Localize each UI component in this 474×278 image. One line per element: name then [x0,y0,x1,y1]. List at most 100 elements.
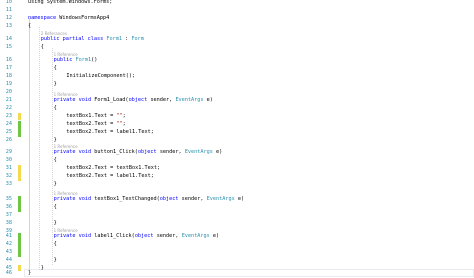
line-number: 29 [5,149,12,155]
code-line[interactable]: private void textBox1_TextChanged(object… [24,196,474,204]
line-number-gutter: 10 11 12 13 14 15 16 17 18 19 20 21 22 23 24 25 26 29 30 31… [0,0,24,276]
codelens-references[interactable]: 1 Reference [54,92,78,97]
code-line[interactable]: } [24,220,474,228]
line-number: 21 [5,97,12,103]
code-line[interactable] [24,89,474,97]
codelens-references[interactable]: 2 Referances [41,31,67,36]
line-number: 12 [5,15,12,21]
codelens-references[interactable]: 1 Reference [54,52,78,57]
code-token: sender, [181,196,207,202]
code-token: sender, [159,149,185,155]
code-token: Form1 [106,36,123,42]
code-token: object [137,149,160,155]
line-number: 38 [5,220,12,226]
code-token: { [53,157,57,163]
codelens-references[interactable]: 1 Reference [54,228,78,233]
code-token: e) [206,97,213,103]
code-line[interactable]: private void button1_Click(object sender… [24,149,474,157]
code-editor[interactable]: 10 11 12 13 14 15 16 17 18 19 20 21 22 23 24 25 26 29 30 31… [0,0,474,278]
code-token: textBox1_TextChanged( [94,196,160,202]
code-line[interactable]: private void Form1_Load(object sender, E… [24,97,474,105]
code-token: using System.Windows.Forms; [28,0,113,5]
code-token: label1_Click( [94,233,135,239]
code-line[interactable]: { [24,204,474,212]
code-token: } [53,137,57,143]
line-number: 33 [5,181,12,187]
code-line[interactable] [24,7,474,15]
code-token: textBox1.Text = [66,113,117,119]
line-number: 32 [5,173,12,179]
code-token: { [28,23,32,29]
codelens-references[interactable]: 1 Reference [54,144,78,149]
code-token: Form1_Load( [94,97,129,103]
line-number: 20 [5,89,12,95]
line-number: 42 [5,241,12,247]
code-line[interactable]: { [24,157,474,165]
code-line[interactable]: textBox2.Text = textBox1.Text; [24,165,474,173]
line-number: 30 [5,157,12,163]
code-token: : [122,36,132,42]
code-token: } [53,257,57,263]
code-line[interactable]: public Form1() [24,57,474,65]
code-token: { [53,105,57,111]
code-token: button1_Click( [94,149,138,155]
change-marker [18,129,21,137]
line-number: 46 [5,270,12,276]
code-token: e) [212,233,220,239]
code-line[interactable] [24,249,474,257]
code-line[interactable]: textBox1.Text = ""; [24,113,474,121]
code-token: sender, [156,233,182,239]
line-number: 35 [5,196,12,202]
code-line[interactable]: InitializeComponent(); [24,73,474,81]
code-token: Form1 [75,57,92,63]
line-number: 43 [5,249,12,255]
code-token: { [53,241,57,247]
code-token: EventArgs [184,149,217,155]
code-line[interactable]: { [24,65,474,73]
code-token: private void [53,196,95,202]
code-line[interactable]: { [24,105,474,113]
code-line[interactable]: textBox2.Text = ""; [24,121,474,129]
line-number: 18 [5,73,12,79]
code-line[interactable]: } [24,81,474,89]
change-marker [18,113,21,120]
line-number: 24 [5,121,12,127]
code-line[interactable]: { [24,44,474,52]
code-line[interactable]: } [24,181,474,189]
line-number: 41 [5,233,12,239]
code-line[interactable]: public partial class Form1 : Form [24,36,474,44]
code-line[interactable]: private void label1_Click(object sender,… [24,233,474,241]
line-number: 23 [5,113,12,119]
change-marker [18,265,21,271]
line-number: 11 [5,7,12,13]
code-token: sender, [150,97,176,103]
code-token: } [53,81,57,87]
change-marker [18,233,21,257]
code-line[interactable]: using System.Windows.Forms; [24,0,474,7]
code-token: e) [216,149,223,155]
codelens-references[interactable]: 1 Reference [54,191,78,196]
code-line[interactable]: } [24,270,474,278]
line-number: 17 [5,65,12,71]
code-token: private void [53,97,95,103]
code-token: () [91,57,98,63]
code-token: textBox2.Text = textBox1.Text; [66,165,161,171]
code-token: EventArgs [175,97,207,103]
code-line[interactable]: namespace WindowsFormsApp4 [24,15,474,23]
code-line[interactable]: textBox2.Text = label1.Text; [24,129,474,137]
code-token: object [159,196,182,202]
code-token: } [28,270,32,276]
code-line[interactable]: { [24,23,474,31]
code-token: EventArgs [206,196,238,202]
code-line[interactable]: textBox2.Text = label1.Text; [24,173,474,181]
line-number: 36 [5,204,12,210]
line-number: 44 [5,257,12,263]
code-line[interactable]: { [24,241,474,249]
code-token: object [128,97,151,103]
code-line[interactable] [24,212,474,220]
code-token: ; [122,113,126,119]
line-number: 22 [5,105,12,111]
code-line[interactable]: } [24,137,474,145]
code-line[interactable]: } [24,257,474,265]
change-marker [18,165,21,181]
